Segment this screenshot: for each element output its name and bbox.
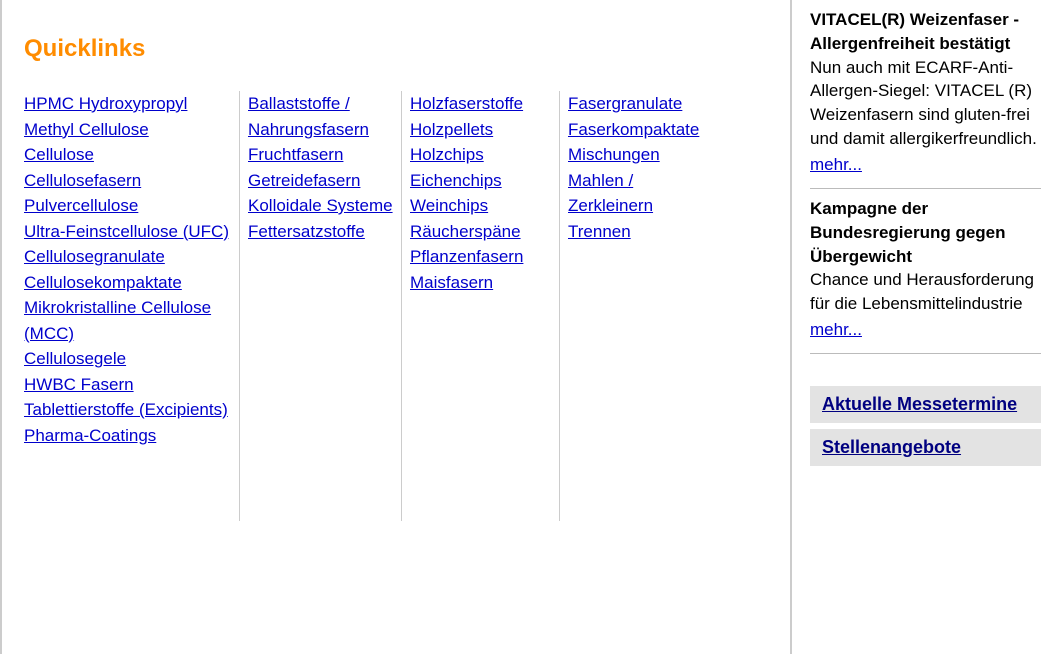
quicklink-item[interactable]: Holzchips [410, 145, 484, 164]
quicklink-item[interactable]: Fasergranulate [568, 94, 682, 113]
news-item: Kampagne der Bundesregierung gegen Überg… [810, 189, 1041, 354]
quicklinks-columns: HPMC Hydroxypropyl Methyl Cellulose Cellu… [22, 91, 790, 521]
quicklink-item[interactable]: Trennen [568, 222, 631, 241]
sidebar: VITACEL(R) Weizenfaser - Allergenfreihei… [790, 0, 1051, 654]
quicklink-item[interactable]: HWBC Fasern [24, 375, 134, 394]
box-link-anchor[interactable]: Stellenangebote [822, 437, 961, 457]
news-list: VITACEL(R) Weizenfaser - Allergenfreihei… [810, 0, 1041, 354]
news-body: Chance und Herausforderung für die Leben… [810, 268, 1041, 316]
box-link: Aktuelle Messetermine [810, 386, 1041, 423]
quicklink-item[interactable]: Cellulosegele [24, 349, 126, 368]
quicklinks-title: Quicklinks [24, 35, 790, 63]
quicklink-item[interactable]: Fruchtfasern [248, 145, 343, 164]
quicklink-item[interactable]: Cellulosekompaktate [24, 273, 182, 292]
main-content: Quicklinks HPMC Hydroxypropyl Methyl Cel… [0, 0, 790, 654]
quicklink-item[interactable]: Holzpellets [410, 120, 493, 139]
quicklink-item[interactable]: Pharma-Coatings [24, 426, 156, 445]
quicklink-item[interactable]: HPMC Hydroxypropyl Methyl Cellulose [24, 94, 187, 139]
box-links: Aktuelle Messetermine Stellenangebote [810, 386, 1041, 466]
news-item: VITACEL(R) Weizenfaser - Allergenfreihei… [810, 0, 1041, 189]
news-more-link[interactable]: mehr... [810, 155, 862, 174]
quicklink-item[interactable]: Cellulosefasern [24, 171, 141, 190]
quicklinks-col-1: HPMC Hydroxypropyl Methyl Cellulose Cellu… [22, 91, 240, 521]
news-more-link[interactable]: mehr... [810, 320, 862, 339]
quicklink-item[interactable]: Fettersatzstoffe [248, 222, 365, 241]
quicklink-item[interactable]: Ultra-Feinstcellulose (UFC) [24, 222, 229, 241]
quicklink-item[interactable]: Mischungen [568, 145, 660, 164]
quicklink-item[interactable]: Pflanzenfasern [410, 247, 523, 266]
quicklink-item[interactable]: Weinchips [410, 196, 488, 215]
news-title: VITACEL(R) Weizenfaser - Allergenfreihei… [810, 8, 1041, 56]
box-link-anchor[interactable]: Aktuelle Messetermine [822, 394, 1017, 414]
quicklink-item[interactable]: Holzfaserstoffe [410, 94, 523, 113]
quicklink-item[interactable]: Maisfasern [410, 273, 493, 292]
quicklink-item[interactable]: Faserkompaktate [568, 120, 699, 139]
news-body: Nun auch mit ECARF-Anti-Allergen-Siegel:… [810, 56, 1041, 151]
quicklinks-col-2: Ballaststoffe / Nahrungsfasern Fruchtfase… [240, 91, 402, 521]
quicklink-item[interactable]: Eichenchips [410, 171, 502, 190]
quicklink-item[interactable]: Kolloidale Systeme [248, 196, 393, 215]
box-link: Stellenangebote [810, 429, 1041, 466]
quicklink-item[interactable]: Tablettierstoffe (Excipients) [24, 400, 228, 419]
quicklink-item[interactable]: Mikrokristalline Cellulose (MCC) [24, 298, 211, 343]
quicklink-item[interactable]: Räucherspäne [410, 222, 521, 241]
quicklinks-col-3: Holzfaserstoffe Holzpellets Holzchips Eiche… [402, 91, 560, 521]
quicklink-item[interactable]: Ballaststoffe / Nahrungsfasern [248, 94, 369, 139]
quicklinks-col-4: Fasergranulate Faserkompaktate Mischungen M… [560, 91, 730, 521]
news-title: Kampagne der Bundesregierung gegen Überg… [810, 197, 1041, 268]
quicklink-item[interactable]: Cellulosegranulate [24, 247, 165, 266]
quicklink-item[interactable]: Pulvercellulose [24, 196, 138, 215]
quicklink-item[interactable]: Mahlen / Zerkleinern [568, 171, 653, 216]
quicklink-item[interactable]: Getreidefasern [248, 171, 360, 190]
quicklink-item[interactable]: Cellulose [24, 145, 94, 164]
